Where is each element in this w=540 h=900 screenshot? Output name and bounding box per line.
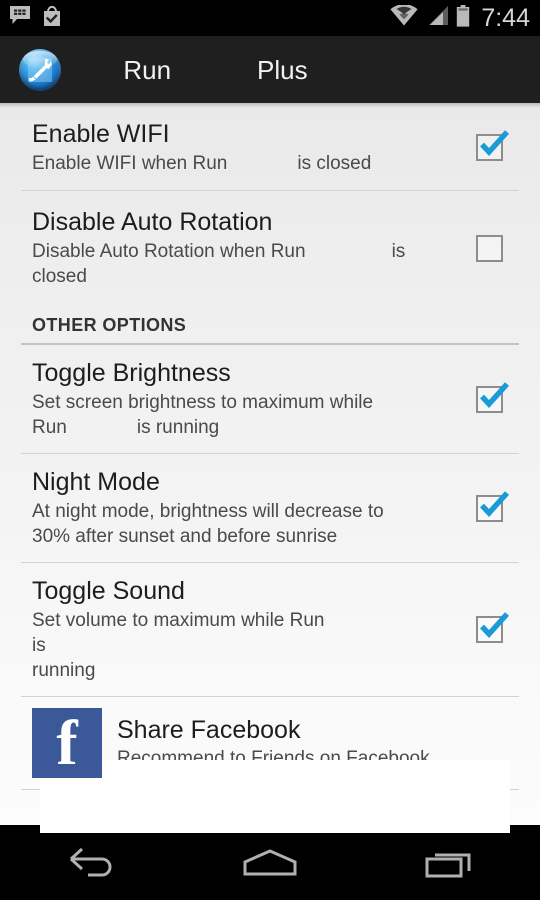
preference-row-disable-auto-rotation[interactable]: Disable Auto Rotation Disable Auto Rotat… — [0, 191, 540, 303]
preference-summary-b: is running — [32, 635, 96, 681]
back-icon — [63, 847, 117, 886]
status-bar-clock: 7:44 — [481, 3, 530, 32]
preference-summary-a: Set volume to maximum while Run — [32, 610, 325, 631]
preference-row-toggle-brightness[interactable]: Toggle Brightness Set screen brightness … — [0, 345, 540, 453]
preference-row-enable-wifi[interactable]: Enable WIFI Enable WIFI when Run is close… — [0, 103, 540, 190]
preference-row-toggle-sound[interactable]: Toggle Sound Set volume to maximum while… — [0, 563, 540, 696]
checkbox-night-mode[interactable] — [476, 490, 510, 522]
checkmark-icon — [480, 381, 510, 408]
checkbox-disable-auto-rotation[interactable] — [476, 234, 503, 262]
preference-summary: Set volume to maximum while Run is runnin… — [32, 608, 432, 683]
preference-list[interactable]: Enable WIFI Enable WIFI when Run is close… — [0, 103, 540, 833]
cell-signal-icon — [425, 5, 449, 31]
checkbox-toggle-sound[interactable] — [476, 612, 510, 643]
list-bottom-panel — [40, 760, 510, 833]
recents-icon — [423, 847, 477, 886]
preference-summary-b: is closed — [297, 153, 372, 174]
play-store-update-icon — [41, 5, 63, 32]
wrench-sphere-app-icon — [19, 48, 61, 91]
preference-text-block: Enable WIFI Enable WIFI when Run is close… — [32, 119, 462, 176]
nav-bar-edge-left — [0, 825, 40, 833]
share-facebook-title: Share Facebook — [117, 716, 301, 744]
bbm-message-icon — [9, 5, 31, 31]
status-bar-notification-icons — [9, 5, 63, 32]
home-button[interactable] — [210, 833, 330, 900]
checkbox-enable-wifi[interactable] — [476, 130, 510, 161]
phone-screen: 7:44 Run Plus Enable WIFI Enable WIFI wh… — [0, 0, 540, 900]
action-bar: Run Plus — [0, 36, 540, 103]
facebook-icon: f — [32, 708, 102, 778]
page-title-app: Run — [123, 54, 172, 85]
preference-title: Toggle Sound — [32, 577, 185, 605]
section-header-other-options: OTHER OPTIONS — [0, 303, 540, 343]
preference-text-block: Night Mode At night mode, brightness wil… — [32, 467, 462, 549]
checkbox-toggle-brightness[interactable] — [476, 381, 510, 413]
preference-title: Toggle Brightness — [32, 359, 231, 387]
preference-summary: Set screen brightness to maximum while R… — [32, 390, 432, 440]
preference-text-block: Toggle Brightness Set screen brightness … — [32, 358, 462, 440]
preference-text-block: Toggle Sound Set volume to maximum while… — [32, 576, 462, 683]
checkmark-icon — [480, 612, 510, 638]
preference-text-block: Disable Auto Rotation Disable Auto Rotat… — [32, 207, 462, 289]
page-title-suffix: Plus — [257, 54, 308, 85]
preference-summary: Disable Auto Rotation when Run is closed — [32, 239, 432, 289]
preference-summary-a: Disable Auto Rotation when Run — [32, 241, 306, 262]
preference-summary-b: is running — [136, 417, 220, 438]
home-icon — [240, 847, 300, 886]
back-button[interactable] — [30, 833, 150, 900]
wifi-icon — [390, 4, 418, 31]
status-bar-system-icons: 7:44 — [390, 3, 530, 32]
preference-summary: At night mode, brightness will decrease … — [32, 501, 384, 547]
battery-icon — [456, 4, 470, 32]
section-header-label: OTHER OPTIONS — [32, 315, 187, 335]
checkmark-icon — [480, 490, 510, 517]
nav-bar-edge-right — [510, 825, 540, 833]
preference-title: Night Mode — [32, 468, 160, 496]
navigation-bar — [0, 833, 540, 900]
checkmark-icon — [480, 130, 510, 156]
recents-button[interactable] — [390, 833, 510, 900]
preference-row-night-mode[interactable]: Night Mode At night mode, brightness wil… — [0, 454, 540, 562]
preference-summary: Enable WIFI when Run is closed — [32, 151, 432, 176]
preference-title: Enable WIFI — [32, 120, 170, 148]
page-title: Run Plus — [80, 31, 308, 109]
preference-title: Disable Auto Rotation — [32, 208, 273, 236]
preference-summary-a: Enable WIFI when Run — [32, 153, 228, 174]
facebook-f-glyph: f — [56, 707, 78, 778]
